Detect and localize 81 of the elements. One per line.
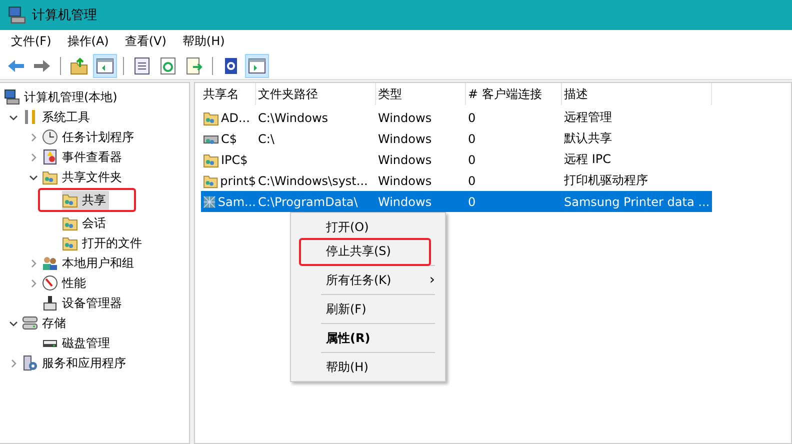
table-cell: Windows [378, 110, 432, 124]
properties-icon [133, 56, 151, 74]
table-cell: Windows [378, 132, 432, 146]
tree-item[interactable]: 会话 [62, 214, 109, 232]
table-cell: C:\ProgramData\ [258, 194, 358, 208]
folder-up-icon [70, 56, 88, 74]
gauge-icon [42, 275, 58, 291]
tree-item[interactable]: 设备管理器 [42, 294, 125, 312]
menu-item[interactable]: 查看(V) [118, 30, 174, 52]
table-cell: 0 [468, 174, 476, 188]
table-cell: 默认共享 [564, 130, 612, 147]
table-cell: Windows [378, 194, 432, 208]
table-row[interactable]: IPC$ Windows 0 远程 IPC [201, 149, 712, 170]
column-header[interactable]: 文件夹路径 [256, 83, 376, 105]
tree-item[interactable]: 事件查看器 [42, 148, 125, 166]
log-icon [42, 149, 58, 165]
computer-icon [4, 89, 20, 105]
action-pane-button[interactable] [245, 54, 269, 78]
menu-item[interactable]: 打开(O) [291, 215, 445, 239]
tree-item[interactable]: 服务和应用程序 [22, 354, 129, 372]
tree-item[interactable]: 存储 [22, 314, 69, 332]
table-row[interactable]: C$ C:\ Windows 0 默认共享 [201, 128, 712, 149]
table-cell: AD... [221, 110, 250, 124]
chevron-icon[interactable] [8, 112, 18, 122]
table-cell: 0 [468, 132, 476, 146]
column-header[interactable]: # 客户端连接 [466, 83, 562, 105]
users-icon [42, 255, 58, 271]
column-header[interactable]: 描述 [562, 83, 712, 105]
table-cell: Windows [378, 174, 432, 188]
chevron-icon[interactable] [8, 318, 18, 328]
table-cell: C:\ [258, 132, 274, 146]
services-icon [22, 355, 38, 371]
window-title: 计算机管理 [32, 7, 97, 24]
menu-item[interactable]: 帮助(H) [175, 30, 232, 52]
tree-item[interactable]: 共享文件夹 [42, 168, 125, 186]
menu-item[interactable]: 属性(R) [291, 326, 445, 350]
submenu-arrow: › [429, 272, 435, 288]
storage-icon [22, 315, 38, 331]
tree-item[interactable]: 磁盘管理 [42, 334, 113, 352]
table-cell: 打印机驱动程序 [564, 172, 648, 189]
menu-item[interactable]: 停止共享(S) [291, 239, 445, 263]
tree-item[interactable]: 打开的文件 [62, 234, 145, 252]
tree-item[interactable]: 计算机管理(本地) [4, 88, 120, 106]
table-cell: 0 [468, 110, 476, 124]
table-cell: Samsung Printer data ... [564, 194, 710, 208]
refresh-icon [159, 56, 177, 74]
tree-item[interactable]: 系统工具 [22, 108, 93, 126]
tree-item[interactable]: 共享 [62, 190, 109, 210]
tree-item[interactable]: 本地用户和组 [42, 254, 137, 272]
table-cell: 远程管理 [564, 109, 612, 126]
device-icon [42, 295, 58, 311]
table-cell: IPC$ [221, 152, 248, 166]
computer-icon [8, 6, 26, 24]
table-cell: Sam... [218, 194, 256, 208]
tree-item[interactable]: 性能 [42, 274, 89, 292]
chevron-icon[interactable] [28, 172, 38, 182]
tree-pane-button[interactable] [93, 54, 117, 78]
action-pane-icon [248, 56, 266, 74]
table-row[interactable]: AD... C:\Windows Windows 0 远程管理 [201, 107, 712, 128]
table-cell: 0 [468, 194, 476, 208]
column-header[interactable]: 共享名 [201, 83, 256, 105]
table-cell: Windows [378, 152, 432, 166]
table-cell: 远程 IPC [564, 151, 611, 168]
menu-item[interactable]: 文件(F) [4, 30, 58, 52]
table-cell: print$ [220, 174, 256, 188]
menu-item[interactable]: 刷新(F) [291, 297, 445, 321]
export-icon [185, 56, 203, 74]
menu-item[interactable]: 帮助(H) [291, 355, 445, 379]
column-header[interactable]: 类型 [376, 83, 466, 105]
table-cell: C:\Windows [258, 110, 328, 124]
table-row[interactable]: print$ C:\Windows\syst... Windows 0 打印机驱动程序 [201, 170, 712, 191]
table-row[interactable]: Sam... C:\ProgramData\ Windows 0 Samsung Printer data ... [201, 191, 712, 212]
tree-item[interactable]: 任务计划程序 [42, 128, 137, 146]
table-cell: 0 [468, 152, 476, 166]
clock-icon [42, 129, 58, 145]
menu-item[interactable]: 操作(A) [60, 30, 116, 52]
table-cell: C:\Windows\syst... [258, 174, 368, 188]
table-cell: C$ [221, 132, 238, 146]
tree-pane-icon [96, 56, 114, 74]
help-icon [222, 56, 240, 74]
menu-item[interactable]: 所有任务(K) › [291, 268, 445, 292]
